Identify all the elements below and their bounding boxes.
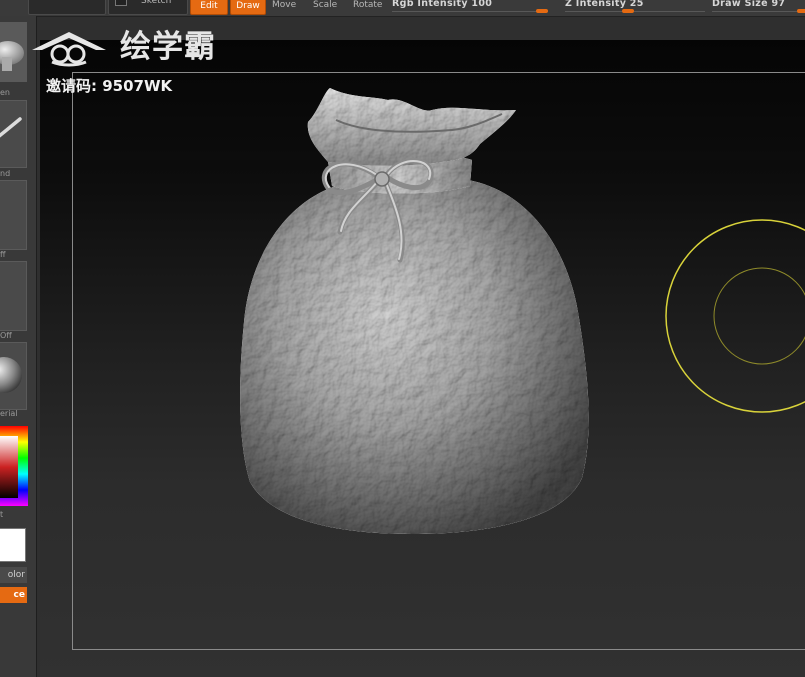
draw-size-ring bbox=[665, 219, 805, 413]
z-intensity-slider[interactable] bbox=[622, 9, 634, 13]
texture-label: Off bbox=[0, 331, 12, 340]
alternate-button[interactable]: ce bbox=[0, 587, 27, 603]
draw-button[interactable]: Draw bbox=[230, 0, 266, 15]
texture-tile[interactable] bbox=[0, 261, 27, 331]
draw-size-track[interactable] bbox=[712, 11, 805, 12]
toolbar-slot-left[interactable] bbox=[28, 0, 106, 15]
main-color-swatch[interactable] bbox=[0, 528, 26, 562]
sketch-checkbox[interactable] bbox=[115, 0, 127, 6]
rgb-intensity-label: Rgb Intensity 100 bbox=[392, 0, 493, 9]
material-tile[interactable] bbox=[0, 342, 27, 410]
color-gradient-icon bbox=[0, 426, 28, 506]
rgb-intensity-slider[interactable] bbox=[536, 9, 548, 13]
brush-cursor bbox=[665, 219, 805, 413]
stroke-icon bbox=[0, 117, 22, 138]
brush-tile[interactable] bbox=[0, 22, 27, 82]
alpha-tile[interactable] bbox=[0, 180, 27, 250]
move-button[interactable]: Move bbox=[272, 0, 296, 12]
draw-size-slider[interactable] bbox=[797, 9, 805, 13]
stroke-label: nd bbox=[0, 169, 11, 178]
alpha-label: ff bbox=[0, 250, 6, 259]
material-label: erial bbox=[0, 409, 18, 418]
z-intensity-track[interactable] bbox=[565, 11, 705, 12]
color-picker[interactable] bbox=[0, 426, 28, 506]
scale-button[interactable]: Scale bbox=[313, 0, 337, 12]
brush-icon bbox=[0, 41, 24, 71]
rgb-intensity-track[interactable] bbox=[392, 11, 548, 12]
gradient-label: t bbox=[0, 510, 4, 519]
rotate-button[interactable]: Rotate bbox=[353, 0, 382, 12]
edit-button[interactable]: Edit bbox=[190, 0, 228, 15]
sack-3d-model[interactable] bbox=[232, 82, 592, 542]
zbrush-window: Sketch Edit Draw Move Scale Rotate Rgb I… bbox=[0, 0, 805, 677]
invite-code-text: 邀请码: 9507WK bbox=[46, 77, 173, 95]
left-shelf: en nd ff Off erial t olor ce bbox=[0, 16, 37, 677]
switch-color-button[interactable]: olor bbox=[0, 567, 27, 583]
brush-label: en bbox=[0, 88, 10, 97]
top-toolbar: Sketch Edit Draw Move Scale Rotate Rgb I… bbox=[0, 0, 805, 17]
material-sphere-icon bbox=[0, 357, 22, 393]
stroke-tile[interactable] bbox=[0, 100, 27, 168]
draw-size-label: Draw Size 97 bbox=[712, 0, 786, 9]
brand-wordmark: 绘学霸 bbox=[120, 29, 216, 65]
focal-ring bbox=[713, 267, 805, 365]
sketch-label: Sketch bbox=[141, 0, 172, 6]
sketch-toggle[interactable]: Sketch bbox=[108, 0, 188, 15]
huixueba-logo-icon bbox=[32, 32, 106, 67]
